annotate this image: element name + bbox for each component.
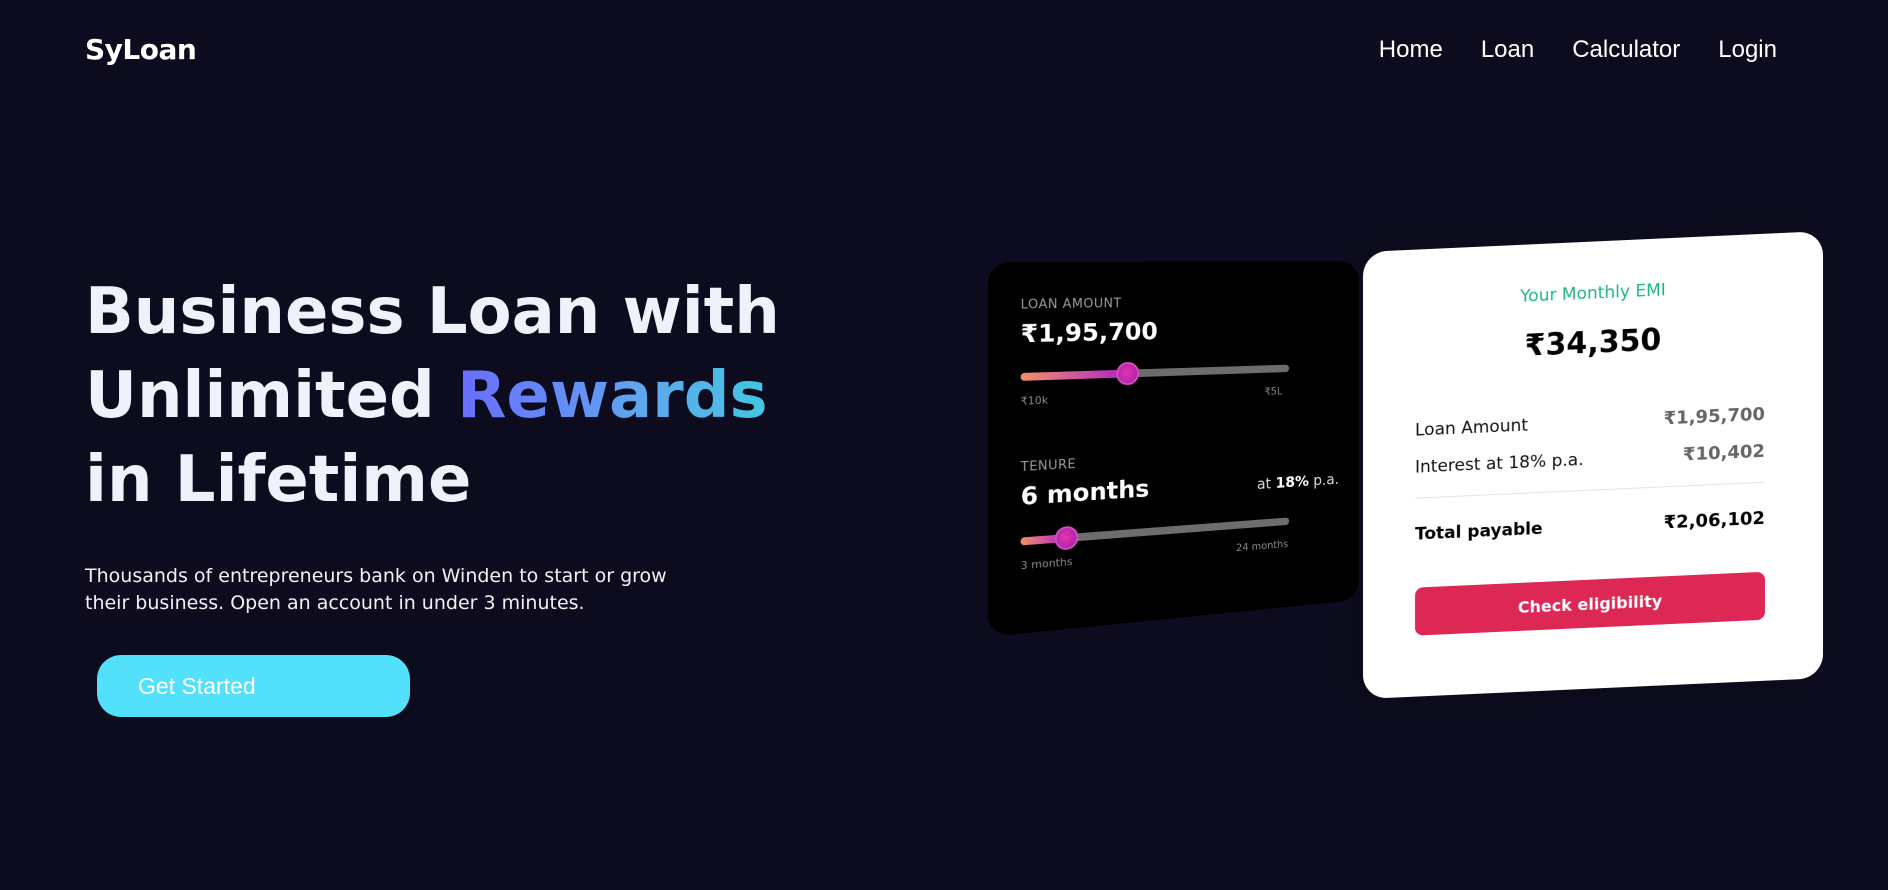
summary-interest-value: ₹10,402 xyxy=(1683,440,1765,466)
tenure-label: TENURE xyxy=(1020,457,1077,476)
hero-title-part2: in Lifetime xyxy=(85,443,472,517)
tenure-value: 6 months xyxy=(1020,474,1150,511)
top-nav: SyLoan Home Loan Calculator Login xyxy=(0,0,1888,100)
hero-subtitle: Thousands of entrepreneurs bank on Winde… xyxy=(85,565,667,614)
loan-amount-slider-fill xyxy=(1020,369,1128,381)
hero-title-highlight: Rewards xyxy=(457,359,768,433)
rate-prefix: at xyxy=(1256,474,1276,493)
nav-loan[interactable]: Loan xyxy=(1481,36,1534,64)
loan-amount-slider-handle[interactable] xyxy=(1115,361,1139,386)
summary-loan-amount-row: Loan Amount ₹1,95,700 xyxy=(1415,404,1765,441)
summary-interest-label: Interest at 18% p.a. xyxy=(1415,449,1584,478)
emi-title: Your Monthly EMI xyxy=(1520,280,1666,307)
nav-calculator[interactable]: Calculator xyxy=(1572,36,1680,64)
loan-amount-slider[interactable] xyxy=(1020,361,1290,386)
loan-amount-min: ₹10k xyxy=(1020,393,1049,408)
summary-interest-row: Interest at 18% p.a. ₹10,402 xyxy=(1415,441,1765,478)
loan-calculator-mockup: LOAN AMOUNT ₹1,95,700 ₹10k ₹5L TENURE 6 … xyxy=(988,222,1828,700)
check-eligibility-button[interactable]: Check eligibility xyxy=(1415,571,1765,636)
summary-loan-amount-value: ₹1,95,700 xyxy=(1663,403,1765,430)
hero-title: Business Loan with Unlimited Rewards in … xyxy=(85,270,785,522)
tenure-rate: at 18% p.a. xyxy=(1257,470,1339,493)
summary-total-row: Total payable ₹2,06,102 xyxy=(1415,508,1765,545)
rate-value: 18% xyxy=(1275,472,1309,492)
loan-amount-max: ₹5L xyxy=(1264,385,1283,398)
summary-total-value: ₹2,06,102 xyxy=(1663,507,1765,534)
loan-amount-label: LOAN AMOUNT xyxy=(1020,296,1122,313)
tenure-slider-handle[interactable] xyxy=(1054,525,1079,551)
calculator-input-card: LOAN AMOUNT ₹1,95,700 ₹10k ₹5L TENURE 6 … xyxy=(988,261,1360,637)
tenure-min: 3 months xyxy=(1020,555,1073,573)
nav-links: Home Loan Calculator Login xyxy=(1379,36,1777,64)
emi-summary-card: Your Monthly EMI ₹34,350 Loan Amount ₹1,… xyxy=(1363,231,1823,700)
get-started-button[interactable]: Get Started xyxy=(97,655,410,717)
nav-login[interactable]: Login xyxy=(1718,36,1777,64)
summary-loan-amount-label: Loan Amount xyxy=(1415,415,1528,441)
logo[interactable]: SyLoan xyxy=(85,33,197,66)
tenure-max: 24 months xyxy=(1236,537,1289,555)
summary-total-label: Total payable xyxy=(1415,518,1543,545)
loan-amount-value: ₹1,95,700 xyxy=(1020,317,1158,349)
rate-suffix: p.a. xyxy=(1308,470,1339,490)
nav-home[interactable]: Home xyxy=(1379,36,1443,64)
summary-divider xyxy=(1415,481,1765,499)
emi-value: ₹34,350 xyxy=(1524,322,1662,364)
